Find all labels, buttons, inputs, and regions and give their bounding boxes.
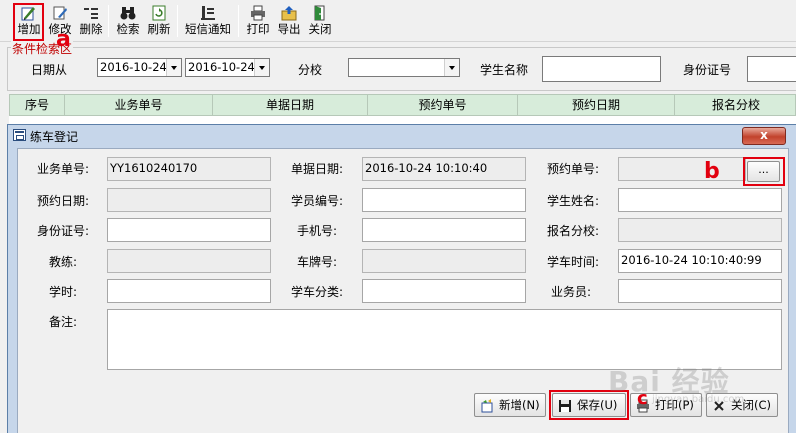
close-icon: x: [760, 128, 768, 142]
baidu-watermark-url: jingyan.baidu.com: [652, 394, 745, 405]
annotation-box-lookup: [743, 157, 785, 186]
salesman-label: 业务员:: [551, 285, 592, 299]
close-button[interactable]: 关闭: [306, 3, 334, 39]
salesman-field[interactable]: [618, 279, 782, 303]
column-header-reg-branch[interactable]: 报名分校: [675, 95, 796, 115]
reg-branch-label: 报名分校:: [547, 224, 600, 238]
column-header-index[interactable]: 序号: [10, 95, 65, 115]
toolbar-separator: [177, 5, 178, 37]
edit-icon: [52, 5, 68, 21]
phone-field[interactable]: [362, 218, 526, 242]
new-button[interactable]: 新增(N): [474, 393, 546, 417]
grid-header: 序号 业务单号 单据日期 预约单号 预约日期 报名分校: [9, 94, 796, 116]
print-button[interactable]: 打印: [244, 3, 272, 39]
binoculars-icon: [120, 5, 136, 21]
study-time-field[interactable]: 2016-10-24 10:10:40:99: [618, 249, 782, 273]
sms-icon: [200, 5, 216, 21]
export-button[interactable]: 导出: [275, 3, 303, 39]
date-from-value: 2016-10-24: [100, 60, 167, 74]
branch-select[interactable]: [348, 58, 460, 77]
date-from-picker[interactable]: 2016-10-24: [97, 58, 182, 77]
delete-icon: [83, 5, 99, 21]
id-card-dlg-label: 身份证号:: [37, 224, 90, 238]
business-no-label: 业务单号:: [37, 162, 90, 176]
column-header-doc-date[interactable]: 单据日期: [213, 95, 368, 115]
printer-icon: [250, 5, 266, 21]
refresh-button[interactable]: 刷新: [145, 3, 173, 39]
export-icon: [281, 5, 297, 21]
column-header-booking-date[interactable]: 预约日期: [518, 95, 675, 115]
delete-button[interactable]: 删除: [77, 3, 105, 39]
date-from-label: 日期从: [31, 63, 68, 77]
new-record-icon: [480, 398, 494, 413]
remarks-label: 备注:: [49, 315, 78, 329]
student-name-label: 学生名称: [480, 63, 529, 77]
coach-field[interactable]: [107, 249, 271, 273]
student-no-field[interactable]: [362, 188, 526, 212]
hours-field[interactable]: [107, 279, 271, 303]
category-field[interactable]: [362, 279, 526, 303]
booking-no-label: 预约单号:: [547, 162, 600, 176]
date-to-value: 2016-10-24: [188, 60, 255, 74]
reg-branch-field[interactable]: [618, 218, 782, 242]
chevron-down-icon[interactable]: [254, 59, 269, 76]
date-to-picker[interactable]: 2016-10-24: [185, 58, 270, 77]
study-time-label: 学车时间:: [547, 255, 600, 269]
id-card-input[interactable]: [747, 56, 796, 82]
doc-date-label: 单据日期:: [291, 162, 344, 176]
coach-label: 教练:: [49, 255, 78, 269]
student-no-label: 学员编号:: [291, 194, 344, 208]
window-icon: [13, 129, 26, 141]
plate-field[interactable]: [362, 249, 526, 273]
toolbar: 增加 修改 删除 检索 刷新 短信通知 打印 导出 关闭: [0, 0, 796, 42]
dialog-close-button[interactable]: x: [742, 127, 786, 145]
id-card-label: 身份证号: [683, 63, 732, 77]
student-name-dlg-label: 学生姓名:: [547, 194, 600, 208]
chevron-down-icon[interactable]: [166, 59, 181, 76]
dialog-title: 练车登记: [30, 130, 79, 144]
plate-label: 车牌号:: [297, 255, 338, 269]
column-header-business-no[interactable]: 业务单号: [65, 95, 213, 115]
doc-date-field[interactable]: 2016-10-24 10:10:40: [362, 157, 526, 181]
student-name-field[interactable]: [618, 188, 782, 212]
student-name-input[interactable]: [542, 56, 661, 82]
annotation-letter-b: b: [704, 159, 720, 184]
booking-date-field[interactable]: [107, 188, 271, 212]
business-no-field[interactable]: YY1610240170: [107, 157, 271, 181]
column-header-booking-no[interactable]: 预约单号: [368, 95, 518, 115]
search-button[interactable]: 检索: [114, 3, 142, 39]
close-door-icon: [312, 5, 328, 21]
annotation-letter-a: a: [56, 27, 71, 52]
chevron-down-icon[interactable]: [444, 59, 459, 76]
category-label: 学车分类:: [291, 285, 344, 299]
toolbar-separator: [108, 5, 109, 37]
branch-label: 分校: [298, 63, 323, 77]
id-card-field[interactable]: [107, 218, 271, 242]
sms-notify-button[interactable]: 短信通知: [182, 3, 234, 39]
phone-label: 手机号:: [297, 224, 338, 238]
hours-label: 学时:: [49, 285, 78, 299]
refresh-icon: [151, 5, 167, 21]
annotation-box-add: [13, 3, 44, 41]
toolbar-separator: [238, 5, 239, 37]
booking-date-label: 预约日期:: [37, 194, 90, 208]
booking-no-field[interactable]: [618, 157, 746, 181]
